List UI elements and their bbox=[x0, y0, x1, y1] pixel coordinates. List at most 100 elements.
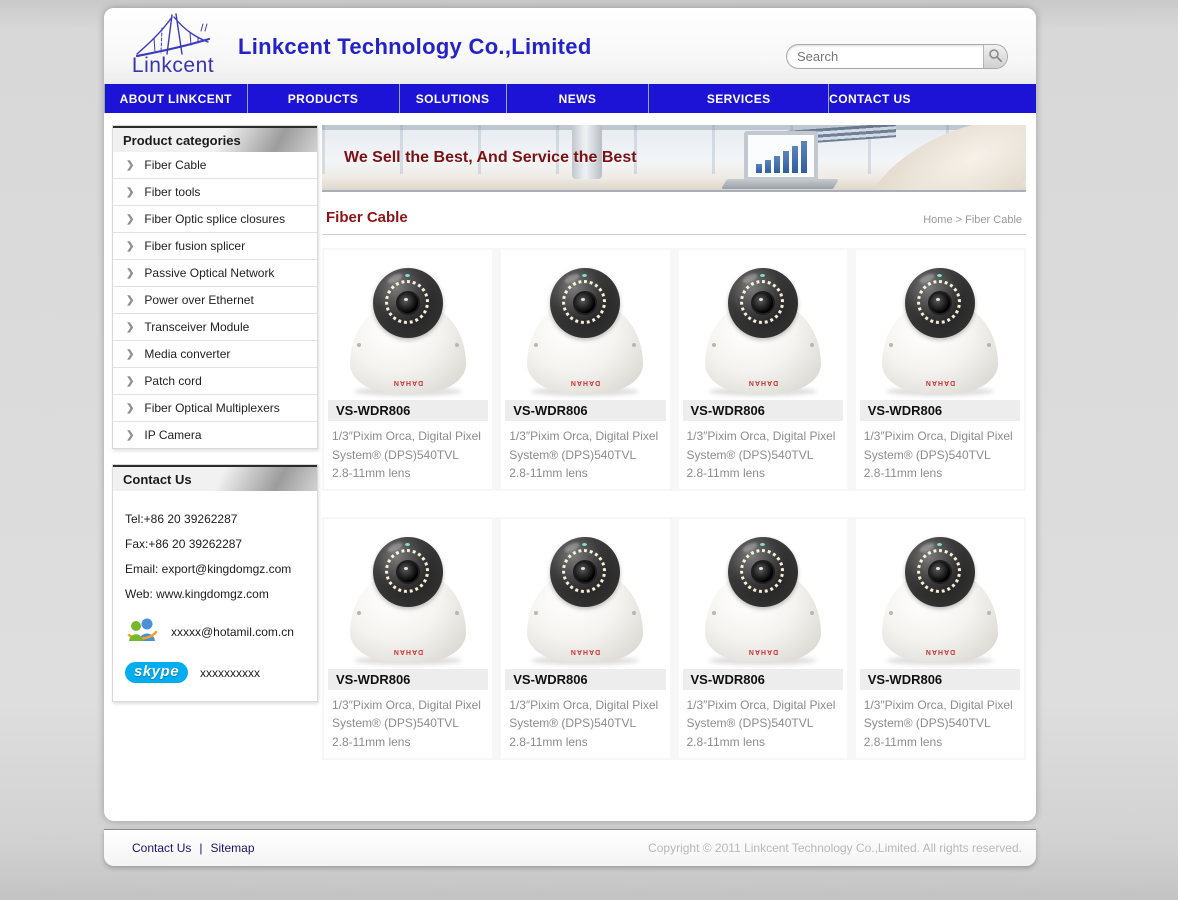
chevron-right-icon: ❯ bbox=[126, 214, 134, 225]
product-description: 1/3″Pixim Orca, Digital Pixel System® (D… bbox=[324, 690, 492, 752]
chevron-right-icon: ❯ bbox=[126, 322, 134, 333]
camera-brand-label: DAHAN bbox=[527, 379, 643, 386]
category-item[interactable]: ❯ Fiber Optical Multiplexers bbox=[113, 395, 317, 422]
category-item[interactable]: ❯ Transceiver Module bbox=[113, 314, 317, 341]
product-name-link[interactable]: VS-WDR806 bbox=[683, 669, 843, 690]
nav-item[interactable]: SERVICES bbox=[648, 84, 828, 113]
footer-links: Contact Us | Sitemap bbox=[132, 841, 255, 855]
category-item[interactable]: ❯ Power over Ethernet bbox=[113, 287, 317, 314]
chevron-right-icon: ❯ bbox=[126, 295, 134, 306]
product-name-link[interactable]: VS-WDR806 bbox=[328, 400, 488, 421]
product-name-link[interactable]: VS-WDR806 bbox=[860, 400, 1020, 421]
category-item[interactable]: ❯ Patch cord bbox=[113, 368, 317, 395]
breadcrumb-current: Fiber Cable bbox=[965, 214, 1022, 226]
company-title: Linkcent Technology Co.,Limited bbox=[238, 34, 592, 60]
breadcrumb-home-link[interactable]: Home bbox=[923, 214, 952, 226]
footer-contact-us-link[interactable]: Contact Us bbox=[132, 841, 191, 855]
breadcrumb-separator: > bbox=[956, 214, 962, 226]
product-card: DAHAN VS-WDR806 1/3″Pixim Orca, Digital bbox=[679, 250, 847, 489]
page-title: Fiber Cable bbox=[326, 209, 408, 226]
banner-slogan: We Sell the Best, And Service the Best bbox=[344, 149, 637, 167]
product-description: 1/3″Pixim Orca, Digital Pixel System® (D… bbox=[324, 421, 492, 483]
product-description: 1/3″Pixim Orca, Digital Pixel System® (D… bbox=[501, 421, 669, 483]
dome-camera-image: DAHAN bbox=[519, 268, 651, 396]
category-item[interactable]: ❯ Media converter bbox=[113, 341, 317, 368]
product-description: 1/3″Pixim Orca, Digital Pixel System® (D… bbox=[501, 690, 669, 752]
nav-item[interactable]: NEWS bbox=[506, 84, 649, 113]
product-image[interactable]: DAHAN bbox=[679, 519, 847, 665]
skype-address: xxxxxxxxxx bbox=[200, 666, 260, 680]
main-area: We Sell the Best, And Service the Best F… bbox=[322, 125, 1026, 760]
product-name-link[interactable]: VS-WDR806 bbox=[505, 400, 665, 421]
nav-item[interactable]: SOLUTIONS bbox=[399, 84, 506, 113]
product-image[interactable]: DAHAN bbox=[324, 250, 492, 396]
product-card: DAHAN VS-WDR806 1/3″Pixim Orca, Digital bbox=[501, 250, 669, 489]
category-label: Fiber tools bbox=[144, 185, 200, 199]
category-label: Fiber Optic splice closures bbox=[144, 212, 285, 226]
category-label: Transceiver Module bbox=[144, 320, 249, 334]
contact-body: Tel:+86 20 39262287 Fax:+86 20 39262287 … bbox=[113, 491, 317, 701]
search-button[interactable] bbox=[983, 44, 1007, 69]
product-image[interactable]: DAHAN bbox=[501, 519, 669, 665]
dome-camera-image: DAHAN bbox=[342, 537, 474, 665]
chevron-right-icon: ❯ bbox=[126, 241, 134, 252]
camera-brand-label: DAHAN bbox=[705, 379, 821, 386]
product-card: DAHAN VS-WDR806 1/3″Pixim Orca, Digital bbox=[324, 519, 492, 758]
search-input[interactable] bbox=[787, 49, 983, 64]
banner-laptop-base bbox=[721, 179, 839, 189]
product-image[interactable]: DAHAN bbox=[856, 519, 1024, 665]
category-item[interactable]: ❯ Fiber tools bbox=[113, 179, 317, 206]
footer-sitemap-link[interactable]: Sitemap bbox=[210, 841, 254, 855]
product-name-link[interactable]: VS-WDR806 bbox=[505, 669, 665, 690]
chevron-right-icon: ❯ bbox=[126, 430, 134, 441]
camera-brand-label: DAHAN bbox=[882, 379, 998, 386]
category-item[interactable]: ❯ Fiber fusion splicer bbox=[113, 233, 317, 260]
camera-lens bbox=[928, 291, 952, 315]
contact-fax: Fax:+86 20 39262287 bbox=[125, 537, 305, 551]
category-label: Fiber Cable bbox=[144, 158, 206, 172]
camera-lens bbox=[396, 291, 420, 315]
page-container: Linkcent Linkcent Technology Co.,Limited… bbox=[104, 8, 1036, 821]
chevron-right-icon: ❯ bbox=[126, 187, 134, 198]
camera-lens bbox=[396, 560, 420, 584]
product-row-2: DAHAN VS-WDR806 1/3″Pixim Orca, Digital bbox=[322, 517, 1026, 760]
product-name-link[interactable]: VS-WDR806 bbox=[683, 400, 843, 421]
search-box bbox=[786, 44, 1008, 69]
camera-brand-label: DAHAN bbox=[350, 648, 466, 655]
logo[interactable]: Linkcent bbox=[118, 12, 228, 78]
dome-camera-image: DAHAN bbox=[697, 268, 829, 396]
product-description: 1/3″Pixim Orca, Digital Pixel System® (D… bbox=[679, 421, 847, 483]
product-name-link[interactable]: VS-WDR806 bbox=[328, 669, 488, 690]
page-title-row: Fiber Cable Home > Fiber Cable bbox=[326, 209, 1022, 226]
nav-item[interactable]: PRODUCTS bbox=[247, 84, 399, 113]
product-card: DAHAN VS-WDR806 1/3″Pixim Orca, Digital bbox=[856, 250, 1024, 489]
product-image[interactable]: DAHAN bbox=[501, 250, 669, 396]
nav-item[interactable]: CONTACT US bbox=[828, 84, 911, 113]
product-image[interactable]: DAHAN bbox=[679, 250, 847, 396]
skype-logo-icon: skype bbox=[125, 662, 188, 683]
category-item[interactable]: ❯ Fiber Cable bbox=[113, 152, 317, 179]
category-item[interactable]: ❯ IP Camera bbox=[113, 422, 317, 448]
chevron-right-icon: ❯ bbox=[126, 376, 134, 387]
camera-lens bbox=[751, 291, 775, 315]
category-item[interactable]: ❯ Passive Optical Network bbox=[113, 260, 317, 287]
product-card: DAHAN VS-WDR806 1/3″Pixim Orca, Digital bbox=[856, 519, 1024, 758]
product-name-link[interactable]: VS-WDR806 bbox=[860, 669, 1020, 690]
nav-item[interactable]: ABOUT LINKCENT bbox=[104, 84, 247, 113]
contact-tel: Tel:+86 20 39262287 bbox=[125, 512, 305, 526]
footer-link-separator: | bbox=[199, 841, 202, 855]
camera-lens bbox=[928, 560, 952, 584]
msn-messenger-icon bbox=[125, 615, 159, 648]
category-label: Media converter bbox=[144, 347, 230, 361]
logo-text: Linkcent bbox=[118, 54, 228, 78]
skype-row: skype xxxxxxxxxx bbox=[125, 662, 305, 683]
header: Linkcent Linkcent Technology Co.,Limited bbox=[104, 8, 1036, 84]
dome-camera-image: DAHAN bbox=[874, 268, 1006, 396]
category-item[interactable]: ❯ Fiber Optic splice closures bbox=[113, 206, 317, 233]
title-divider bbox=[322, 234, 1026, 235]
product-image[interactable]: DAHAN bbox=[856, 250, 1024, 396]
breadcrumb[interactable]: Home > Fiber Cable bbox=[923, 214, 1022, 226]
footer: Contact Us | Sitemap Copyright © 2011 Li… bbox=[104, 829, 1036, 866]
camera-brand-label: DAHAN bbox=[882, 648, 998, 655]
product-image[interactable]: DAHAN bbox=[324, 519, 492, 665]
